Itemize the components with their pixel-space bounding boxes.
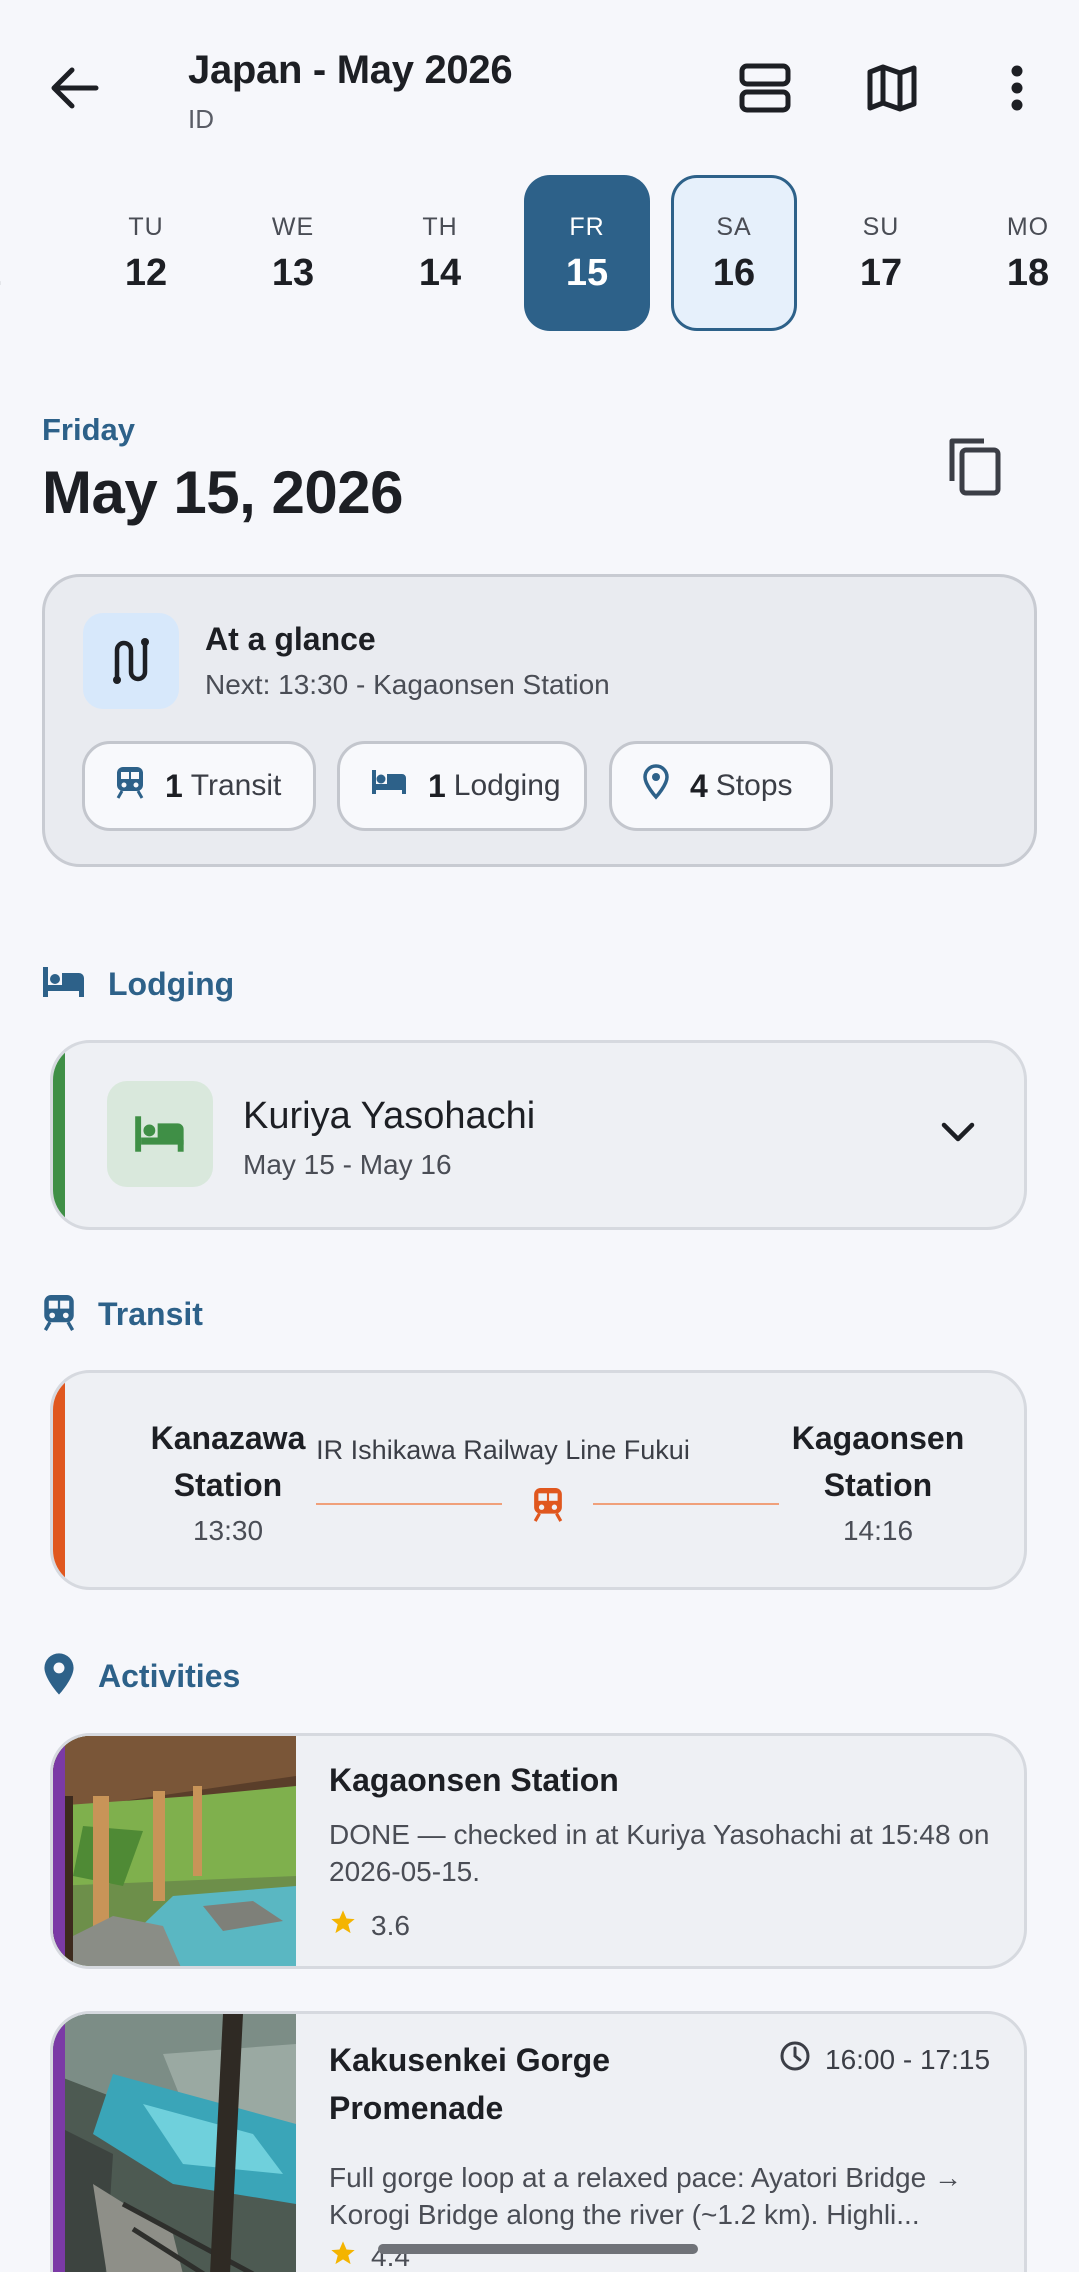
hotel-icon bbox=[107, 1081, 213, 1187]
lodging-name: Kuriya Yasohachi bbox=[243, 1095, 536, 1137]
day-13[interactable]: WE 13 bbox=[230, 175, 356, 331]
weekday-label: Friday bbox=[42, 412, 136, 447]
route-icon bbox=[83, 613, 179, 709]
map-button[interactable] bbox=[852, 50, 932, 130]
activity-description: DONE — checked in at Kuriya Yasohachi at… bbox=[329, 1819, 990, 1887]
day-18[interactable]: MO 18 bbox=[965, 175, 1079, 331]
bed-icon bbox=[370, 768, 408, 804]
copy-button[interactable] bbox=[930, 428, 1020, 508]
chevron-down-icon bbox=[941, 1122, 975, 1147]
day-11[interactable]: MO 11 bbox=[0, 175, 44, 331]
copy-icon bbox=[946, 435, 1004, 502]
accent-bar bbox=[53, 1373, 65, 1587]
activity-card[interactable]: Kagaonsen Station DONE — checked in at K… bbox=[50, 1733, 1027, 1969]
home-indicator[interactable] bbox=[378, 2244, 698, 2254]
arrow-back-icon bbox=[50, 66, 100, 115]
chip-transit[interactable]: 1 Transit bbox=[82, 741, 316, 831]
activity-photo bbox=[53, 2014, 296, 2272]
train-icon bbox=[115, 765, 145, 807]
location-pin-icon bbox=[642, 764, 670, 808]
transit-section-header: Transit bbox=[42, 1290, 203, 1338]
location-pin-icon bbox=[42, 1652, 76, 1701]
activity-rating: 3.6 bbox=[329, 1908, 410, 1943]
activity-title: Kakusenkei Gorge Promenade bbox=[329, 2042, 610, 2126]
accent-bar bbox=[53, 2014, 65, 2272]
arrival-time: 14:16 bbox=[842, 1515, 914, 1546]
clock-icon bbox=[779, 2040, 811, 2079]
trip-title: Japan - May 2026 bbox=[188, 48, 513, 92]
departure-time: 13:30 bbox=[192, 1515, 264, 1546]
activity-card[interactable]: Kakusenkei Gorge Promenade 16:00 - 17:15 … bbox=[50, 2011, 1027, 2272]
train-icon bbox=[527, 1483, 569, 1525]
expand-button[interactable] bbox=[923, 1099, 993, 1169]
activity-title: Kagaonsen Station bbox=[329, 1762, 619, 1798]
transit-card[interactable]: Kanazawa Station 13:30 IR Ishikawa Railwa… bbox=[50, 1370, 1027, 1590]
bed-icon bbox=[42, 966, 86, 1003]
more-vert-icon bbox=[1007, 65, 1027, 116]
activities-section-header: Activities bbox=[42, 1652, 240, 1700]
map-icon bbox=[866, 62, 918, 119]
activity-photo bbox=[53, 1736, 296, 1966]
route-line bbox=[316, 1503, 502, 1505]
redaction bbox=[218, 104, 568, 135]
activity-time: 16:00 - 17:15 bbox=[779, 2040, 990, 2079]
chip-stops[interactable]: 4 Stops bbox=[609, 741, 833, 831]
trip-subtitle: ID dated ... bbox=[188, 104, 658, 135]
arrival-station: Kagaonsen Station bbox=[791, 1420, 965, 1503]
date-strip: MO 11 TU 12 WE 13 TH 14 FR 15 SA 16 SU 1… bbox=[0, 172, 1079, 332]
chip-lodging[interactable]: 1 Lodging bbox=[337, 741, 587, 831]
back-button[interactable] bbox=[40, 50, 110, 130]
day-17[interactable]: SU 17 bbox=[818, 175, 944, 331]
app-bar: Japan - May 2026 ID dated ... bbox=[0, 0, 1079, 170]
more-options-button[interactable] bbox=[977, 50, 1057, 130]
view-agenda-icon bbox=[739, 62, 791, 119]
star-icon bbox=[329, 1908, 357, 1943]
day-14[interactable]: TH 14 bbox=[377, 175, 503, 331]
route-line bbox=[593, 1503, 779, 1505]
glance-title: At a glance bbox=[205, 621, 376, 657]
lodging-card[interactable]: Kuriya Yasohachi May 15 - May 16 bbox=[50, 1040, 1027, 1230]
page-title: May 15, 2026 bbox=[42, 459, 403, 526]
activity-description: Full gorge loop at a relaxed pace: Ayato… bbox=[329, 2162, 962, 2230]
star-icon bbox=[329, 2239, 357, 2272]
day-16[interactable]: SA 16 bbox=[671, 175, 797, 331]
transit-line-name: IR Ishikawa Railway Line Fukui bbox=[316, 1435, 690, 1465]
glance-next-event: Next: 13:30 - Kagaonsen Station bbox=[205, 669, 610, 700]
at-a-glance-card: At a glance Next: 13:30 - Kagaonsen Stat… bbox=[42, 574, 1037, 867]
accent-bar bbox=[53, 1043, 65, 1227]
day-12[interactable]: TU 12 bbox=[83, 175, 209, 331]
train-icon bbox=[42, 1291, 76, 1338]
lodging-section-header: Lodging bbox=[42, 960, 234, 1008]
day-15-selected[interactable]: FR 15 bbox=[524, 175, 650, 331]
view-agenda-button[interactable] bbox=[725, 50, 805, 130]
lodging-dates: May 15 - May 16 bbox=[243, 1149, 452, 1180]
accent-bar bbox=[53, 1736, 65, 1966]
